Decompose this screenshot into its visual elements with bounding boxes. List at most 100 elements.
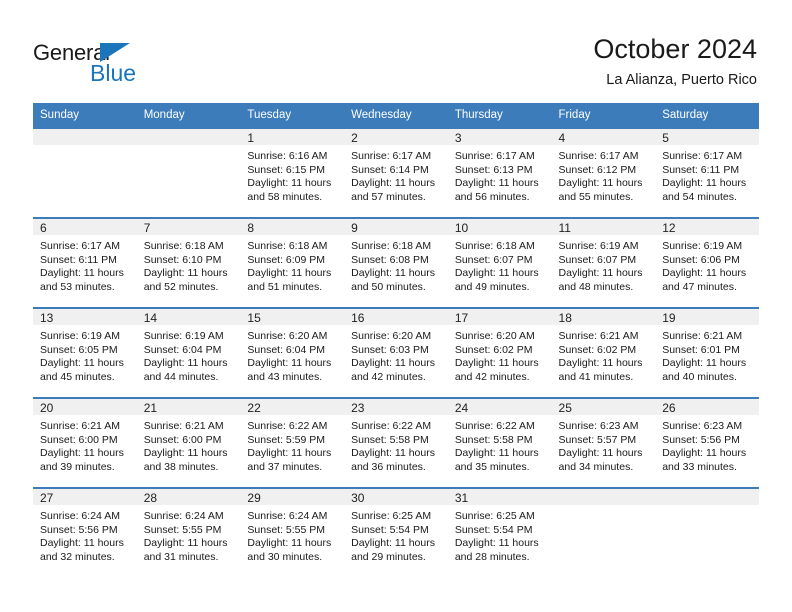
calendar-day-cell[interactable]: 11 Sunrise: 6:19 AM Sunset: 6:07 PM Dayligh… — [551, 217, 656, 308]
calendar-day-cell[interactable]: 10 Sunrise: 6:18 AM Sunset: 6:07 PM Dayligh… — [447, 217, 552, 308]
calendar-day-cell[interactable]: 23 Sunrise: 6:22 AM Sunset: 5:58 PM Dayligh… — [344, 397, 448, 488]
sunset-text: Sunset: 5:55 PM — [247, 523, 326, 536]
calendar-header-row: Sunday Monday Tuesday Wednesday Thursday… — [33, 103, 759, 128]
day-number: 20 — [33, 399, 137, 415]
sunrise-text: Sunrise: 6:19 AM — [40, 330, 120, 342]
day-number: 4 — [551, 129, 656, 145]
calendar-day-cell[interactable]: 21 Sunrise: 6:21 AM Sunset: 6:00 PM Dayligh… — [136, 397, 241, 488]
day-details: Sunrise: 6:22 AM Sunset: 5:59 PM Daylight:… — [240, 415, 344, 474]
weekday-header-tuesday: Tuesday — [240, 103, 345, 128]
calendar-body: 1 Sunrise: 6:16 AM Sunset: 6:15 PM Daylight… — [33, 127, 759, 577]
day-details: Sunrise: 6:24 AM Sunset: 5:55 PM Daylight:… — [137, 505, 241, 564]
calendar-day-cell[interactable]: 14 Sunrise: 6:19 AM Sunset: 6:04 PM Dayligh… — [136, 307, 241, 398]
sunrise-text: Sunrise: 6:21 AM — [558, 330, 639, 342]
daylight-text-line2: and 51 minutes. — [247, 280, 323, 293]
daylight-text-line2: and 57 minutes. — [351, 190, 426, 203]
daylight-text-line2: and 34 minutes. — [558, 460, 634, 473]
sunrise-text: Sunrise: 6:25 AM — [454, 510, 535, 522]
calendar-day-cell[interactable]: 9 Sunrise: 6:18 AM Sunset: 6:08 PM Daylight… — [344, 217, 448, 308]
day-number: 14 — [136, 309, 241, 325]
general-blue-logo[interactable]: General Blue — [33, 40, 233, 90]
calendar-day-cell[interactable]: 13 Sunrise: 6:19 AM Sunset: 6:05 PM Dayligh… — [33, 307, 137, 398]
sunrise-text: Sunrise: 6:18 AM — [454, 240, 535, 252]
calendar-day-cell[interactable]: 28 Sunrise: 6:24 AM Sunset: 5:55 PM Dayligh… — [136, 487, 241, 577]
calendar-week-row: 13 Sunrise: 6:19 AM Sunset: 6:05 PM Dayligh… — [33, 307, 759, 398]
daylight-text-line1: Daylight: 11 hours — [247, 357, 332, 370]
sunrise-text: Sunrise: 6:17 AM — [351, 150, 432, 162]
calendar-day-cell[interactable]: 12 Sunrise: 6:19 AM Sunset: 6:06 PM Dayligh… — [655, 217, 759, 308]
calendar-day-cell[interactable]: 1 Sunrise: 6:16 AM Sunset: 6:15 PM Daylight… — [240, 127, 345, 218]
calendar-day-cell[interactable]: 20 Sunrise: 6:21 AM Sunset: 6:00 PM Dayligh… — [33, 397, 137, 488]
sunset-text: Sunset: 6:12 PM — [558, 163, 637, 176]
calendar-day-cell[interactable]: 25 Sunrise: 6:23 AM Sunset: 5:57 PM Dayligh… — [551, 397, 656, 488]
daylight-text-line2: and 53 minutes. — [40, 280, 115, 293]
daylight-text-line2: and 55 minutes. — [558, 190, 634, 203]
sunrise-text: Sunrise: 6:20 AM — [351, 330, 432, 342]
calendar-day-cell[interactable]: 7 Sunrise: 6:18 AM Sunset: 6:10 PM Daylight… — [136, 217, 241, 308]
sunrise-text: Sunrise: 6:24 AM — [40, 510, 120, 522]
daylight-text-line1: Daylight: 11 hours — [558, 177, 643, 190]
daylight-text-line1: Daylight: 11 hours — [558, 357, 643, 370]
sunrise-text: Sunrise: 6:22 AM — [454, 420, 535, 432]
day-details: Sunrise: 6:20 AM Sunset: 6:04 PM Daylight:… — [240, 325, 344, 384]
calendar-day-cell[interactable]: 19 Sunrise: 6:21 AM Sunset: 6:01 PM Dayligh… — [655, 307, 759, 398]
day-number: 7 — [136, 219, 241, 235]
weekday-header-sunday: Sunday — [33, 103, 137, 128]
daylight-text-line1: Daylight: 11 hours — [247, 267, 332, 280]
daylight-text-line2: and 36 minutes. — [351, 460, 426, 473]
day-number: 8 — [240, 219, 345, 235]
day-number: 23 — [344, 399, 448, 415]
calendar-day-cell[interactable]: 26 Sunrise: 6:23 AM Sunset: 5:56 PM Dayligh… — [655, 397, 759, 488]
sunrise-text: Sunrise: 6:21 AM — [40, 420, 120, 432]
calendar-day-cell[interactable]: 17 Sunrise: 6:20 AM Sunset: 6:02 PM Dayligh… — [447, 307, 552, 398]
day-number — [33, 129, 137, 145]
day-details: Sunrise: 6:21 AM Sunset: 6:02 PM Daylight:… — [552, 325, 656, 384]
daylight-text-line2: and 40 minutes. — [662, 370, 737, 383]
sunrise-text: Sunrise: 6:17 AM — [454, 150, 535, 162]
sunset-text: Sunset: 6:07 PM — [454, 253, 533, 266]
daylight-text-line1: Daylight: 11 hours — [143, 447, 228, 460]
day-details: Sunrise: 6:19 AM Sunset: 6:07 PM Daylight:… — [552, 235, 656, 294]
weekday-header-wednesday: Wednesday — [344, 103, 448, 128]
calendar-day-cell[interactable]: 31 Sunrise: 6:25 AM Sunset: 5:54 PM Dayligh… — [447, 487, 552, 577]
sunrise-text: Sunrise: 6:17 AM — [40, 240, 120, 252]
sunrise-text: Sunrise: 6:23 AM — [558, 420, 639, 432]
sunrise-text: Sunrise: 6:22 AM — [351, 420, 432, 432]
sunset-text: Sunset: 5:56 PM — [40, 523, 118, 536]
sunrise-text: Sunrise: 6:22 AM — [247, 420, 328, 432]
day-details: Sunrise: 6:16 AM Sunset: 6:15 PM Daylight:… — [240, 145, 344, 204]
sunset-text: Sunset: 6:05 PM — [40, 343, 118, 356]
calendar-day-cell[interactable]: 30 Sunrise: 6:25 AM Sunset: 5:54 PM Dayligh… — [344, 487, 448, 577]
calendar-day-cell[interactable]: 24 Sunrise: 6:22 AM Sunset: 5:58 PM Dayligh… — [447, 397, 552, 488]
calendar-day-cell[interactable]: 29 Sunrise: 6:24 AM Sunset: 5:55 PM Dayligh… — [240, 487, 345, 577]
day-number: 22 — [240, 399, 345, 415]
weekday-header-saturday: Saturday — [655, 103, 759, 128]
day-number: 11 — [551, 219, 656, 235]
daylight-text-line1: Daylight: 11 hours — [558, 267, 643, 280]
sunset-text: Sunset: 6:00 PM — [143, 433, 222, 446]
daylight-text-line1: Daylight: 11 hours — [40, 447, 124, 460]
calendar-day-cell[interactable]: 5 Sunrise: 6:17 AM Sunset: 6:11 PM Daylight… — [655, 127, 759, 218]
calendar-day-cell[interactable]: 2 Sunrise: 6:17 AM Sunset: 6:14 PM Daylight… — [344, 127, 448, 218]
sunrise-text: Sunrise: 6:24 AM — [247, 510, 328, 522]
calendar-day-cell[interactable]: 3 Sunrise: 6:17 AM Sunset: 6:13 PM Daylight… — [447, 127, 552, 218]
sunset-text: Sunset: 5:57 PM — [558, 433, 637, 446]
sunrise-text: Sunrise: 6:19 AM — [662, 240, 743, 252]
calendar-day-cell[interactable]: 15 Sunrise: 6:20 AM Sunset: 6:04 PM Dayligh… — [240, 307, 345, 398]
day-details: Sunrise: 6:25 AM Sunset: 5:54 PM Daylight:… — [344, 505, 448, 564]
calendar-day-cell[interactable]: 4 Sunrise: 6:17 AM Sunset: 6:12 PM Daylight… — [551, 127, 656, 218]
calendar-day-cell[interactable]: 27 Sunrise: 6:24 AM Sunset: 5:56 PM Dayligh… — [33, 487, 137, 577]
day-details: Sunrise: 6:23 AM Sunset: 5:56 PM Daylight:… — [655, 415, 759, 474]
calendar-day-cell[interactable]: 6 Sunrise: 6:17 AM Sunset: 6:11 PM Daylight… — [33, 217, 137, 308]
calendar-day-cell[interactable]: 16 Sunrise: 6:20 AM Sunset: 6:03 PM Dayligh… — [344, 307, 448, 398]
daylight-text-line2: and 52 minutes. — [143, 280, 219, 293]
calendar-day-cell[interactable]: 18 Sunrise: 6:21 AM Sunset: 6:02 PM Dayligh… — [551, 307, 656, 398]
calendar-day-cell[interactable]: 8 Sunrise: 6:18 AM Sunset: 6:09 PM Daylight… — [240, 217, 345, 308]
sunset-text: Sunset: 5:58 PM — [351, 433, 429, 446]
sunset-text: Sunset: 5:54 PM — [351, 523, 429, 536]
daylight-text-line2: and 43 minutes. — [247, 370, 323, 383]
sunset-text: Sunset: 6:11 PM — [662, 163, 740, 176]
day-details: Sunrise: 6:17 AM Sunset: 6:12 PM Daylight:… — [552, 145, 656, 204]
calendar-day-cell[interactable]: 22 Sunrise: 6:22 AM Sunset: 5:59 PM Dayligh… — [240, 397, 345, 488]
day-details: Sunrise: 6:24 AM Sunset: 5:55 PM Daylight:… — [240, 505, 344, 564]
